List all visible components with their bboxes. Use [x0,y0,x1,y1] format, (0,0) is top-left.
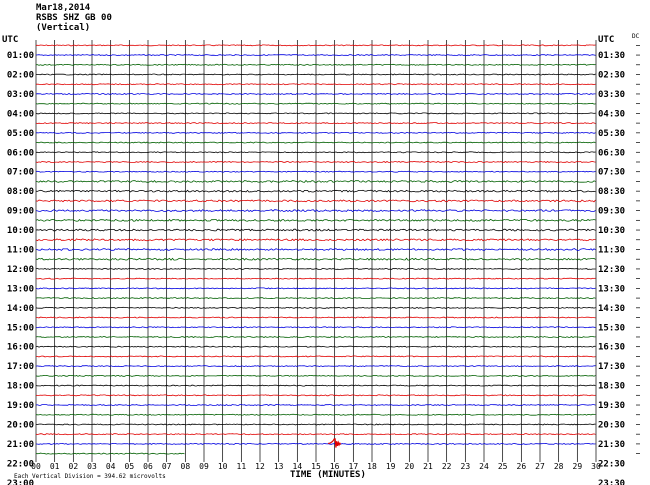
right-hour-label: 11:30 [598,245,625,255]
left-hour-label: 16:00 [7,343,34,353]
right-hour-label: 14:30 [598,304,625,314]
right-hour-label: 10:30 [598,226,625,236]
left-hour-label: 11:00 [7,245,34,255]
x-tick-label: 05 [125,462,135,471]
seismogram-trace [36,423,596,426]
x-tick-label: 18 [367,462,377,471]
x-axis-title: TIME (MINUTES) [290,470,366,480]
helicorder-plot: 00 01 02 03 04 05 06 07 08 09 10 11 12 13 14 15 16 17 18 19… [7,40,640,485]
x-tick-label: 09 [199,462,209,471]
right-hour-label: 04:30 [598,109,625,119]
x-tick-label: 13 [274,462,284,471]
left-hour-label: 01:00 [7,51,34,61]
left-hour-label: 19:00 [7,401,34,411]
right-hour-label: 06:30 [598,148,625,158]
seismogram-trace [35,433,596,436]
right-hour-label: 12:30 [598,265,625,275]
x-tick-label: 07 [162,462,172,471]
seismogram-trace [35,161,596,163]
x-tick-label: 10 [218,462,228,471]
right-hour-label: 20:30 [598,420,625,430]
x-tick-label: 06 [143,462,153,471]
x-tick-label: 23 [461,462,471,471]
x-tick-label: 29 [573,462,583,471]
right-hour-label: 16:30 [598,343,625,353]
left-hour-label: 21:00 [7,440,34,450]
left-hour-label: 10:00 [7,226,34,236]
right-hour-label: 21:30 [598,440,625,450]
right-hour-label: 07:30 [598,168,625,178]
left-hour-label: 18:00 [7,382,34,392]
left-hour-label: 08:00 [7,187,34,197]
x-tick-label: 01 [50,462,60,471]
seismogram-trace [35,336,596,338]
x-tick-label: 03 [87,462,97,471]
right-hour-label: 02:30 [598,71,625,81]
seismogram-trace [35,326,596,329]
seismogram-trace [35,394,596,397]
right-hour-label: 09:30 [598,207,625,217]
left-hour-label: 13:00 [7,284,34,294]
x-tick-label: 19 [386,462,396,471]
left-hour-label: 07:00 [7,168,34,178]
left-hour-label: 20:00 [7,420,34,430]
left-hour-label: 02:00 [7,71,34,81]
left-hour-label: 14:00 [7,304,34,314]
scale-footnote: Each Vertical Division = 394.62 microvol… [14,473,166,480]
left-hour-label: 05:00 [7,129,34,139]
left-hour-label: 17:00 [7,362,34,372]
left-hour-label: 03:00 [7,90,34,100]
right-hour-label: 17:30 [598,362,625,372]
right-hour-label: 01:30 [598,51,625,61]
right-hour-label: 03:30 [598,90,625,100]
right-hour-label: 05:30 [598,129,625,139]
x-tick-label: 04 [106,462,116,471]
left-hour-label: 22:00 [7,459,34,469]
x-tick-label: 02 [69,462,79,471]
left-hour-label: 09:00 [7,207,34,217]
right-hour-label: 08:30 [598,187,625,197]
x-tick-label: 12 [255,462,265,471]
right-hour-label: 19:30 [598,401,625,411]
left-hour-label: 15:00 [7,323,34,333]
x-tick-label: 27 [535,462,545,471]
right-hour-label: 15:30 [598,323,625,333]
x-tick-label: 08 [181,462,191,471]
right-hour-label: 18:30 [598,382,625,392]
x-tick-label: 28 [554,462,564,471]
left-hour-label: 06:00 [7,148,34,158]
left-hour-label: 12:00 [7,265,34,275]
x-tick-label: 22 [442,462,452,471]
x-tick-label: 26 [517,462,527,471]
seismogram-trace [35,452,185,455]
right-hour-label: 23:30 [598,479,625,485]
right-hour-label: 13:30 [598,284,625,294]
left-hour-label: 04:00 [7,109,34,119]
seismogram-trace [35,384,596,387]
seismogram-trace [35,93,596,95]
x-tick-label: 20 [405,462,415,471]
x-tick-label: 21 [423,462,433,471]
x-tick-label: 11 [237,462,247,471]
x-tick-label: 24 [479,462,489,471]
right-hour-label: 22:30 [598,459,625,469]
x-tick-label: 25 [498,462,508,471]
seismogram-trace [35,112,596,115]
